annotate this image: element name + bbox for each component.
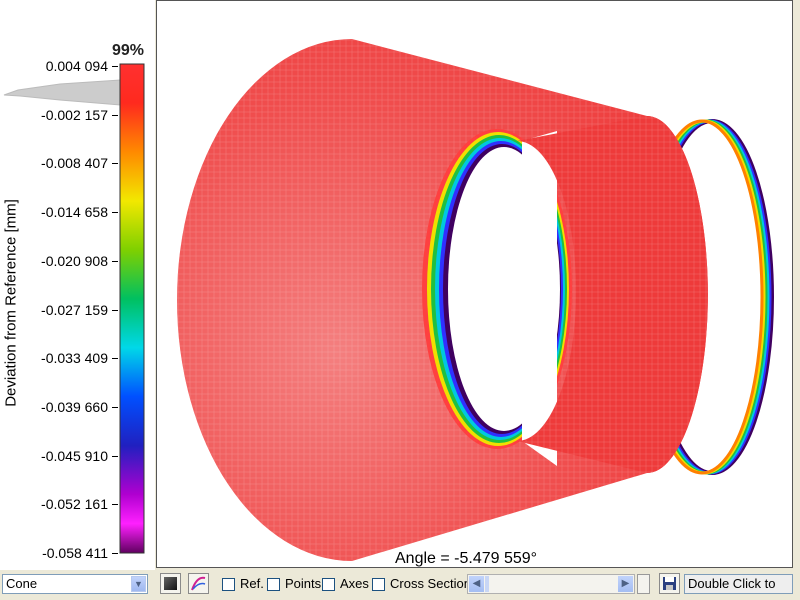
shape-select[interactable]: Cone ▼: [2, 574, 148, 594]
status-field[interactable]: Double Click to: [684, 574, 793, 594]
bottom-toolbar: Cone ▼ Ref. Points Axes Cross Section ◀ ▶ D…: [0, 570, 800, 600]
histogram-shape: [3, 79, 121, 106]
legend-axis-label: Deviation from Reference [mm]: [2, 199, 20, 407]
legend-tick-label: -0.052 161: [41, 496, 108, 513]
legend-percent: 99%: [112, 42, 145, 59]
save-button[interactable]: [659, 573, 680, 594]
legend-tick-mark: [112, 260, 118, 262]
legend-tick-label: -0.002 157: [41, 106, 108, 123]
legend-tick-label: -0.058 411: [42, 545, 108, 561]
legend-tick-mark: [112, 358, 118, 360]
legend-graphic: [3, 63, 145, 554]
checkbox-4[interactable]: [372, 578, 385, 591]
floppy-disk-icon: [663, 577, 676, 590]
checkbox-2[interactable]: [267, 578, 280, 591]
color-legend: 99% 0.004 094 -0.002 157 -0.008 407 -0.014 …: [0, 0, 155, 570]
legend-tick-mark: [112, 66, 118, 67]
color-scale-bar: [119, 63, 145, 554]
checkbox-3[interactable]: [322, 578, 335, 591]
scroll-right-icon[interactable]: ▶: [618, 576, 633, 592]
horizontal-scrollbar[interactable]: ◀ ▶: [467, 574, 635, 594]
legend-tick-label: -0.045 910: [41, 447, 108, 464]
angle-readout: Angle = -5.479 559°: [395, 550, 538, 567]
checkbox-label[interactable]: Ref.: [240, 576, 264, 592]
3d-viewport[interactable]: Angle = -5.479 559°: [156, 0, 793, 568]
checkbox-label[interactable]: Axes: [340, 576, 369, 592]
legend-tick-mark: [112, 455, 118, 457]
shape-select-value: Cone: [6, 576, 38, 591]
legend-tick-label: -0.008 407: [41, 155, 108, 172]
shading-button[interactable]: [160, 573, 181, 594]
checkbox-1[interactable]: [222, 578, 235, 591]
legend-tick-mark: [112, 163, 118, 165]
scrollbar-thumb[interactable]: [485, 576, 489, 592]
checkbox-label[interactable]: Cross Section: [390, 576, 471, 592]
legend-tick-mark: [112, 406, 118, 408]
color-map-icon: [191, 576, 206, 591]
legend-tick-mark: [112, 309, 118, 311]
legend-tick-mark: [112, 114, 118, 116]
color-map-button[interactable]: [188, 573, 209, 594]
legend-tick-mark: [112, 212, 118, 214]
legend-tick-label: 0.004 094: [45, 58, 108, 74]
scroll-left-icon[interactable]: ◀: [469, 576, 484, 592]
legend-tick-mark: [112, 504, 118, 506]
checkbox-label[interactable]: Points: [285, 576, 321, 592]
shading-icon: [164, 577, 177, 590]
cone-render[interactable]: [157, 1, 794, 569]
chevron-down-icon[interactable]: ▼: [131, 576, 146, 592]
legend-tick-mark: [112, 553, 118, 554]
scroll-end-box: [637, 574, 650, 594]
